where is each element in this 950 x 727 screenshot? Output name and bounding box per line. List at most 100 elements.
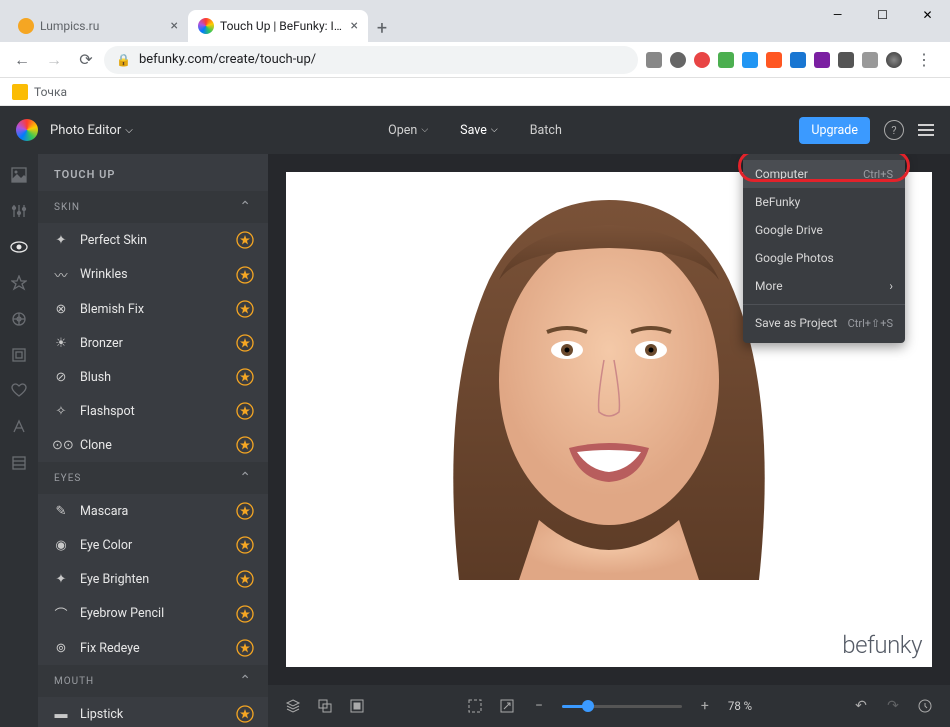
zoom-slider[interactable] — [562, 705, 682, 708]
tool-label: Eye Color — [80, 538, 132, 553]
rail-overlays-icon[interactable] — [10, 382, 28, 400]
tool-item[interactable]: ✎ Mascara — [38, 494, 268, 528]
rail-effects-icon[interactable] — [10, 274, 28, 292]
rail-touchup-icon[interactable] — [10, 238, 28, 256]
compare-icon[interactable] — [316, 697, 334, 715]
tool-label: Blemish Fix — [80, 302, 144, 317]
tool-glyph-icon: ⊙⊙ — [52, 438, 70, 453]
ext-icon[interactable] — [814, 52, 830, 68]
tool-glyph-icon: ✦ — [52, 572, 70, 587]
dropdown-label: More — [755, 279, 783, 293]
zoom-percent: 78 % — [728, 699, 752, 713]
dropdown-label: Google Drive — [755, 223, 823, 237]
tool-item[interactable]: ⊙⊙ Clone — [38, 428, 268, 462]
open-menu-button[interactable]: Open ⌵ — [384, 117, 432, 144]
tool-glyph-icon: ☀ — [52, 336, 70, 351]
dropdown-item[interactable]: More› — [743, 272, 905, 300]
rail-graphics-icon[interactable] — [10, 346, 28, 364]
tool-label: Perfect Skin — [80, 233, 147, 248]
dropdown-item[interactable]: Google Photos — [743, 244, 905, 272]
tool-label: Blush — [80, 370, 111, 385]
dropdown-item[interactable]: ComputerCtrl+S — [743, 160, 905, 188]
ext-icon[interactable] — [742, 52, 758, 68]
close-button[interactable]: ✕ — [905, 0, 950, 30]
hamburger-menu-button[interactable] — [918, 124, 934, 136]
zoom-in-button[interactable]: + — [696, 697, 714, 715]
batch-button[interactable]: Batch — [526, 117, 566, 144]
tool-item[interactable]: ✧ Flashspot — [38, 394, 268, 428]
redo-button[interactable]: ↷ — [884, 697, 902, 715]
fit-icon[interactable] — [466, 697, 484, 715]
premium-star-icon — [236, 639, 254, 657]
rail-image-icon[interactable] — [10, 166, 28, 184]
grid-icon[interactable] — [348, 697, 366, 715]
premium-star-icon — [236, 266, 254, 284]
section-header[interactable]: EYES⌃ — [38, 462, 268, 494]
ext-icon[interactable] — [670, 52, 686, 68]
tool-item[interactable]: ✦ Perfect Skin — [38, 223, 268, 257]
expand-icon[interactable] — [498, 697, 516, 715]
ext-icon[interactable] — [718, 52, 734, 68]
upgrade-button[interactable]: Upgrade — [799, 117, 870, 144]
dropdown-item[interactable]: Google Drive — [743, 216, 905, 244]
history-button[interactable] — [916, 697, 934, 715]
premium-star-icon — [236, 300, 254, 318]
save-menu-button[interactable]: Save ⌵ — [456, 117, 502, 144]
dropdown-label: Google Photos — [755, 251, 834, 265]
tool-item[interactable]: ⊚ Fix Redeye — [38, 631, 268, 665]
url-text: befunky.com/create/touch-up/ — [139, 52, 316, 67]
ext-icon[interactable] — [862, 52, 878, 68]
tool-label: Eye Brighten — [80, 572, 149, 587]
section-header[interactable]: SKIN⌃ — [38, 191, 268, 223]
tab-close-icon[interactable]: × — [171, 18, 178, 34]
canvas-bottom-bar: − + 78 % ↶ ↷ — [268, 685, 950, 727]
forward-button[interactable]: → — [40, 46, 68, 74]
help-button[interactable]: ? — [884, 120, 904, 140]
app-title-dropdown[interactable]: Photo Editor ⌵ — [50, 123, 133, 138]
dropdown-item[interactable]: Save as ProjectCtrl+⇧+S — [743, 309, 905, 337]
rail-textures-icon[interactable] — [10, 454, 28, 472]
ext-icon[interactable] — [838, 52, 854, 68]
profile-avatar[interactable] — [886, 52, 902, 68]
rail-sliders-icon[interactable] — [10, 202, 28, 220]
tool-item[interactable]: 〰 Wrinkles — [38, 257, 268, 292]
tool-item[interactable]: ▬ Lipstick — [38, 697, 268, 727]
tab-close-icon[interactable]: × — [351, 18, 358, 34]
ext-icon[interactable] — [694, 52, 710, 68]
tool-glyph-icon: ✦ — [52, 233, 70, 248]
section-header[interactable]: MOUTH⌃ — [38, 665, 268, 697]
maximize-button[interactable]: ☐ — [860, 0, 905, 30]
favicon-icon — [18, 18, 34, 34]
tool-item[interactable]: ⊗ Blemish Fix — [38, 292, 268, 326]
zoom-out-button[interactable]: − — [530, 697, 548, 715]
tool-item[interactable]: ⌒ Eyebrow Pencil — [38, 596, 268, 631]
bookmark-item[interactable]: Точка — [34, 85, 67, 99]
tool-item[interactable]: ✦ Eye Brighten — [38, 562, 268, 596]
ext-icon[interactable] — [766, 52, 782, 68]
premium-star-icon — [236, 705, 254, 723]
layers-icon[interactable] — [284, 697, 302, 715]
tool-item[interactable]: ☀ Bronzer — [38, 326, 268, 360]
rail-frames-icon[interactable] — [10, 310, 28, 328]
back-button[interactable]: ← — [8, 46, 36, 74]
reload-button[interactable]: ⟳ — [72, 46, 100, 74]
browser-tab-lumpics[interactable]: Lumpics.ru × — [8, 10, 188, 42]
minimize-button[interactable]: — — [815, 0, 860, 30]
browser-tab-befunky[interactable]: Touch Up | BeFunky: Image Reto... × — [188, 10, 368, 42]
tool-item[interactable]: ◉ Eye Color — [38, 528, 268, 562]
tool-item[interactable]: ⊘ Blush — [38, 360, 268, 394]
ext-icon[interactable] — [790, 52, 806, 68]
app-header: Photo Editor ⌵ Open ⌵ Save ⌵ Batch Upgra… — [0, 106, 950, 154]
tool-glyph-icon: ⊚ — [52, 641, 70, 656]
chevron-up-icon: ⌃ — [239, 199, 252, 215]
url-input[interactable]: 🔒 befunky.com/create/touch-up/ — [104, 46, 638, 74]
new-tab-button[interactable]: + — [368, 14, 396, 42]
app-logo-icon[interactable] — [16, 119, 38, 141]
chrome-menu-button[interactable]: ⋮ — [910, 46, 938, 74]
address-bar: ← → ⟳ 🔒 befunky.com/create/touch-up/ ⋮ — [0, 42, 950, 78]
tool-label: Fix Redeye — [80, 641, 140, 656]
ext-icon[interactable] — [646, 52, 662, 68]
rail-text-icon[interactable] — [10, 418, 28, 436]
dropdown-item[interactable]: BeFunky — [743, 188, 905, 216]
undo-button[interactable]: ↶ — [852, 697, 870, 715]
